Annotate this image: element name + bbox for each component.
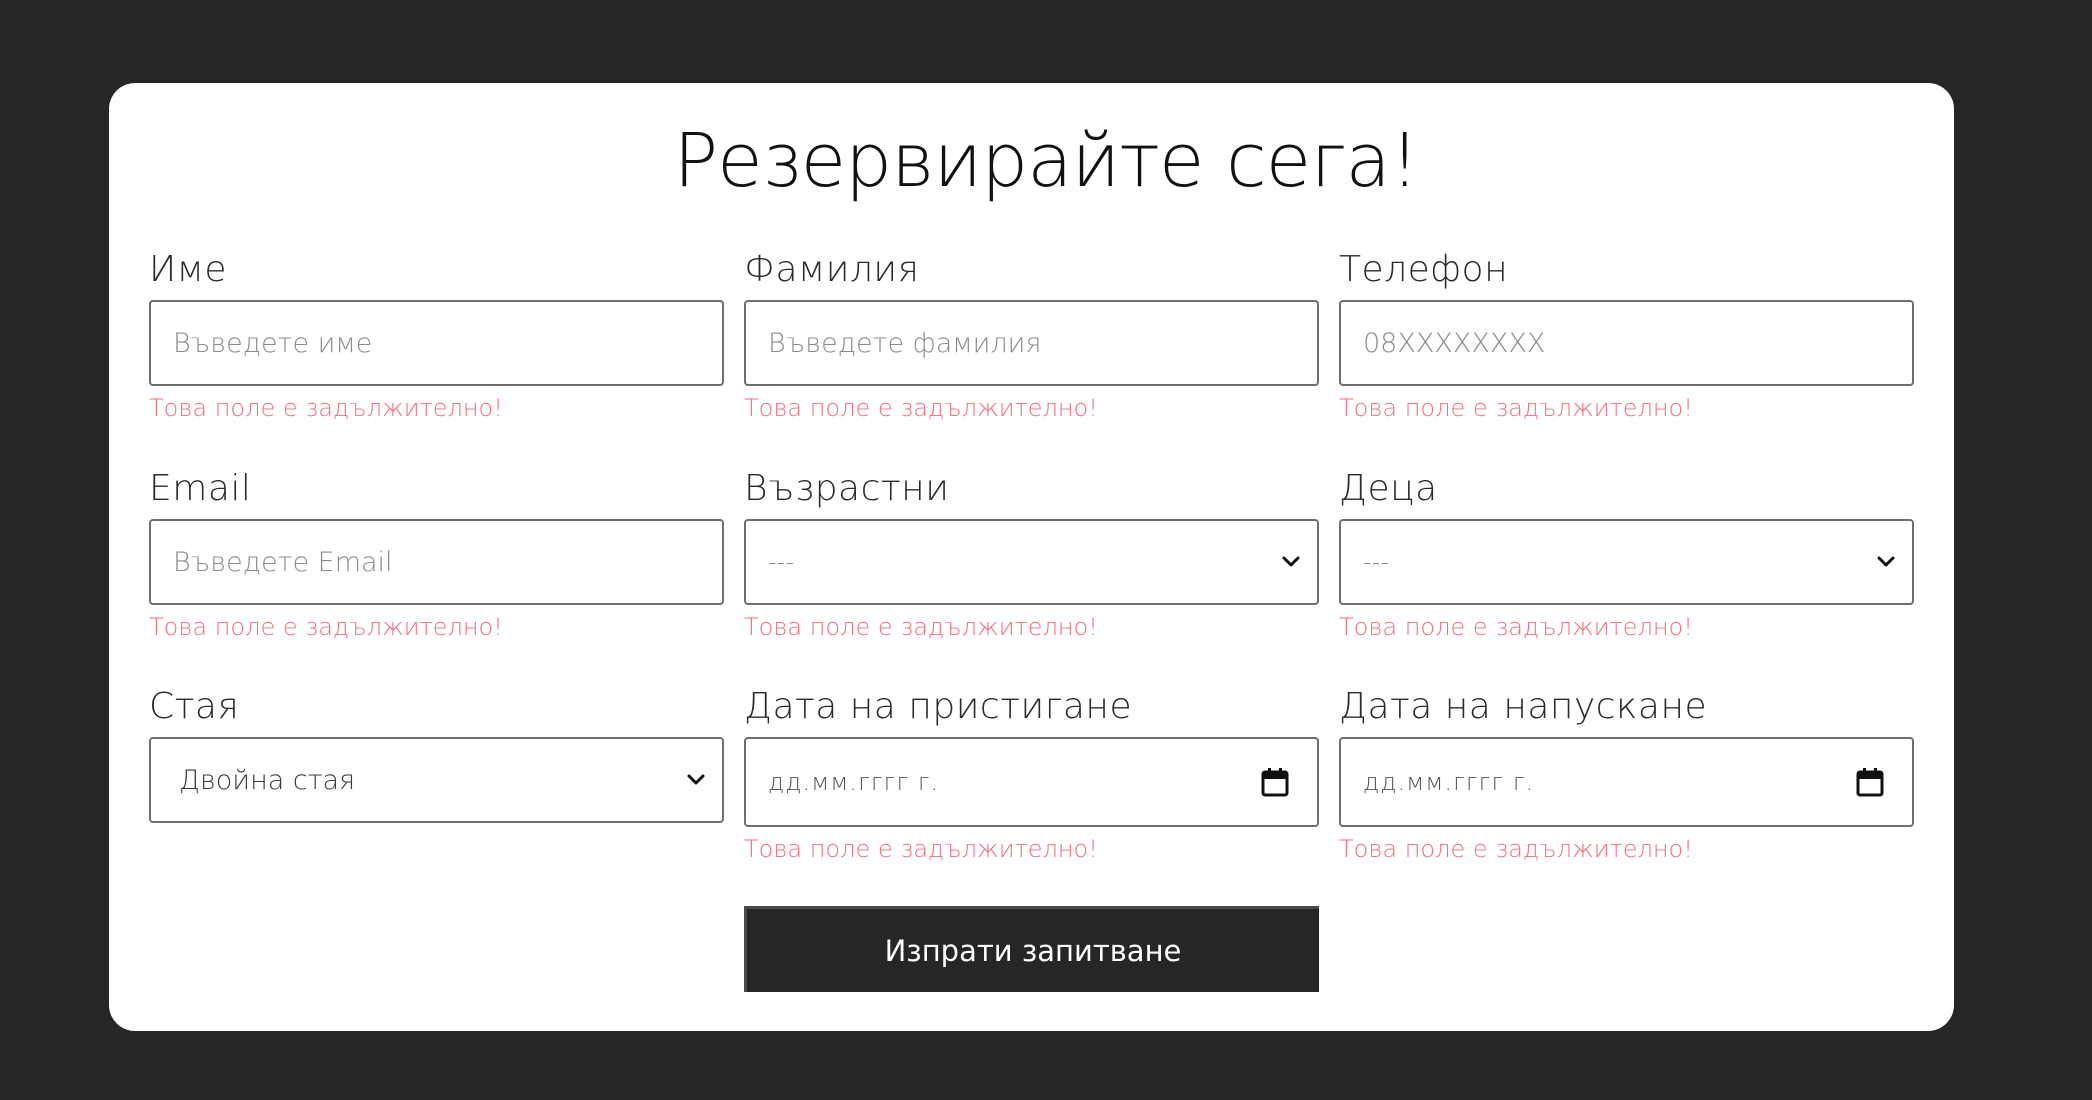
first-name-input-box: [149, 300, 724, 386]
phone-error: Това поле е задължително!: [1339, 394, 1693, 422]
page-title: Резервирайте сега!: [673, 118, 1419, 204]
chevron-down-icon: [1877, 556, 1895, 567]
chevron-down-icon: [1282, 556, 1300, 567]
departure-date-label: Дата на напускане: [1339, 686, 1708, 727]
children-error: Това поле е задължително!: [1339, 613, 1693, 641]
adults-select[interactable]: ---: [744, 519, 1319, 605]
children-selected-value: ---: [1363, 548, 1389, 576]
departure-date-input[interactable]: дд.мм.гггг г.: [1339, 737, 1914, 827]
submit-inquiry-button[interactable]: Изпрати запитване: [744, 906, 1319, 992]
first-name-input[interactable]: [173, 302, 662, 384]
email-label: Email: [149, 468, 252, 509]
adults-selected-value: ---: [768, 548, 794, 576]
departure-date-field: Дата на напускане дд.мм.гггг г. Това пол…: [1339, 689, 1914, 864]
children-select[interactable]: ---: [1339, 519, 1914, 605]
email-field: Email Това поле е задължително!: [149, 471, 724, 642]
room-selected-value: Двойна стая: [179, 764, 356, 796]
first-name-label: Име: [149, 249, 227, 290]
arrival-date-field: Дата на пристигане дд.мм.гггг г. Това по…: [744, 689, 1319, 864]
room-select[interactable]: Двойна стая: [149, 737, 724, 823]
children-field: Деца --- Това поле е задължително!: [1339, 471, 1914, 642]
arrival-date-label: Дата на пристигане: [744, 686, 1133, 727]
adults-error: Това поле е задължително!: [744, 613, 1098, 641]
last-name-input[interactable]: [768, 302, 1257, 384]
phone-input[interactable]: [1363, 302, 1852, 384]
last-name-label: Фамилия: [744, 249, 920, 290]
adults-label: Възрастни: [744, 468, 950, 509]
calendar-icon[interactable]: [1856, 767, 1884, 797]
phone-field: Телефон Това поле е задължително!: [1339, 252, 1914, 423]
children-label: Деца: [1339, 468, 1438, 509]
room-label: Стая: [149, 686, 240, 727]
arrival-date-error: Това поле е задължително!: [744, 835, 1098, 863]
first-name-error: Това поле е задължително!: [149, 394, 503, 422]
arrival-date-input[interactable]: дд.мм.гггг г.: [744, 737, 1319, 827]
first-name-field: Име Това поле е задължително!: [149, 252, 724, 423]
phone-label: Телефон: [1339, 249, 1509, 290]
email-input-box: [149, 519, 724, 605]
email-input[interactable]: [173, 521, 662, 603]
adults-field: Възрастни --- Това поле е задължително!: [744, 471, 1319, 642]
arrival-date-value: дд.мм.гггг г.: [768, 768, 940, 796]
last-name-error: Това поле е задължително!: [744, 394, 1098, 422]
calendar-icon[interactable]: [1261, 767, 1289, 797]
chevron-down-icon: [687, 774, 705, 785]
room-field: Стая Двойна стая: [149, 689, 724, 823]
last-name-field: Фамилия Това поле е задължително!: [744, 252, 1319, 423]
departure-date-value: дд.мм.гггг г.: [1363, 768, 1535, 796]
email-error: Това поле е задължително!: [149, 613, 503, 641]
departure-date-error: Това поле е задължително!: [1339, 835, 1693, 863]
phone-input-box: [1339, 300, 1914, 386]
last-name-input-box: [744, 300, 1319, 386]
